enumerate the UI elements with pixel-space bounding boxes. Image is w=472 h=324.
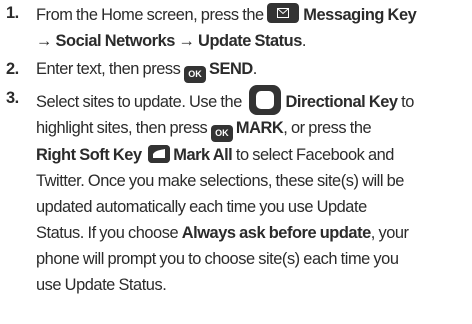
directional-key-icon bbox=[249, 85, 282, 115]
ok-key-icon: OK bbox=[184, 66, 207, 83]
ok-key-icon: OK bbox=[210, 125, 233, 142]
step-text: highlight sites, then press bbox=[36, 119, 208, 137]
mark-all-label: Mark All bbox=[173, 146, 233, 164]
step-2: 2. Enter text, then press OK SEND. bbox=[0, 56, 472, 83]
directional-key-label: Directional Key bbox=[285, 93, 398, 111]
step-text: , your bbox=[370, 224, 409, 242]
step-3-line-7: phone will prompt you to choose site(s) … bbox=[36, 250, 399, 268]
step-1-line-2: → Social Networks → Update Status. bbox=[36, 28, 472, 54]
step-3-line-6: Status. If you choose Always ask before … bbox=[36, 220, 472, 246]
step-3-line-8: use Update Status. bbox=[36, 276, 167, 294]
step-1-line-1: From the Home screen, press the Messagin… bbox=[36, 2, 472, 28]
instruction-page: 1. From the Home screen, press the Messa… bbox=[0, 0, 472, 324]
always-ask-option: Always ask before update bbox=[181, 224, 371, 242]
step-text: to bbox=[397, 93, 414, 111]
step-2-line-1: Enter text, then press OK SEND. bbox=[36, 56, 472, 83]
punctuation: . bbox=[252, 60, 258, 78]
step-text: Enter text, then press bbox=[36, 60, 181, 78]
step-text: From the Home screen, press the bbox=[36, 6, 264, 24]
punctuation: . bbox=[301, 32, 307, 50]
step-3-line-4: Twitter. Once you make selections, these… bbox=[36, 172, 404, 190]
step-3-line-1: Select sites to update. Use the Directio… bbox=[36, 85, 472, 115]
step-1: 1. From the Home screen, press the Messa… bbox=[0, 0, 472, 54]
step-text: to select Facebook and bbox=[232, 146, 395, 164]
step-3-line-5: updated automatically each time you use … bbox=[36, 198, 367, 216]
right-soft-key-label: Right Soft Key bbox=[36, 146, 142, 164]
step-text: Select sites to update. Use the bbox=[36, 93, 242, 111]
step-text: Status. If you choose bbox=[36, 224, 182, 242]
step-number: 1. bbox=[6, 4, 19, 22]
envelope-icon bbox=[267, 3, 300, 23]
step-number: 3. bbox=[6, 89, 19, 107]
step-3: 3. Select sites to update. Use the Direc… bbox=[0, 85, 472, 298]
messaging-key-label: Messaging Key bbox=[303, 6, 417, 24]
menu-path: → Social Networks → Update Status bbox=[36, 32, 302, 50]
step-3-line-3: Right Soft Key Mark All to select Facebo… bbox=[36, 142, 472, 168]
send-key-label: SEND bbox=[209, 60, 253, 78]
step-number: 2. bbox=[6, 60, 19, 78]
mark-key-label: MARK bbox=[235, 119, 284, 137]
step-text: , or press the bbox=[283, 119, 372, 137]
step-3-line-2: highlight sites, then press OK MARK, or p… bbox=[36, 115, 472, 142]
right-soft-key-icon bbox=[148, 145, 171, 163]
